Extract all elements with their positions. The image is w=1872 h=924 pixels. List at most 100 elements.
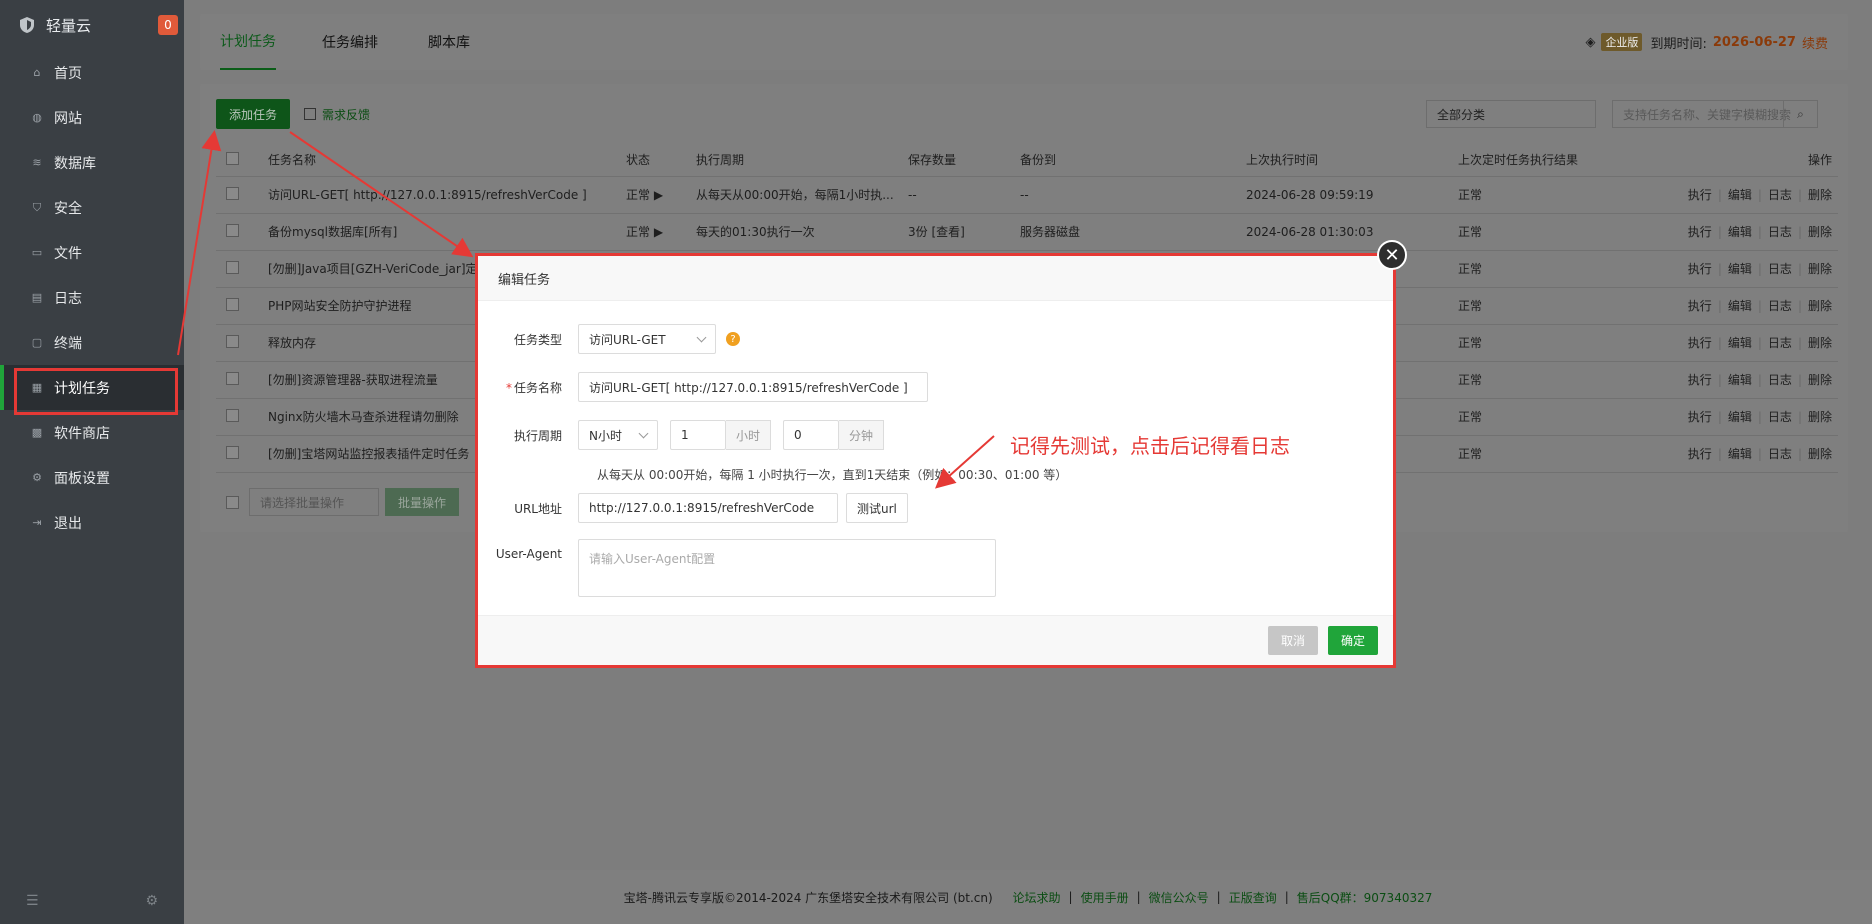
chevron-down-icon bbox=[696, 332, 707, 343]
task-result: 正常 bbox=[1458, 398, 1668, 436]
delete-link[interactable]: 删除 bbox=[1808, 225, 1832, 239]
tab-script-library[interactable]: 脚本库 bbox=[428, 14, 470, 70]
hours-input[interactable]: 1 bbox=[670, 420, 726, 450]
row-checkbox[interactable] bbox=[226, 297, 239, 311]
delete-link[interactable]: 删除 bbox=[1808, 299, 1832, 313]
select-all-checkbox[interactable] bbox=[226, 151, 239, 165]
gear-icon: ⚙ bbox=[32, 471, 42, 484]
sidebar-item-0[interactable]: ⌂ 首页 bbox=[0, 50, 184, 95]
sidebar-item-label: 软件商店 bbox=[54, 425, 110, 442]
row-checkbox[interactable] bbox=[226, 408, 239, 422]
sidebar-item-2[interactable]: ≋ 数据库 bbox=[0, 140, 184, 185]
close-icon[interactable]: ✕ bbox=[1377, 240, 1407, 270]
row-actions: 执行 | 编辑 | 日志 | 删除 bbox=[1668, 287, 1838, 325]
feedback-link[interactable]: 需求反馈 bbox=[304, 99, 370, 129]
sidebar-item-9[interactable]: ⚙ 面板设置 bbox=[0, 455, 184, 500]
log-link[interactable]: 日志 bbox=[1768, 373, 1792, 387]
globe-icon: ◍ bbox=[32, 111, 42, 124]
row-checkbox[interactable] bbox=[226, 186, 239, 200]
sidebar-item-6[interactable]: ▢ 终端 bbox=[0, 320, 184, 365]
edit-link[interactable]: 编辑 bbox=[1728, 262, 1752, 276]
confirm-button[interactable]: 确定 bbox=[1328, 626, 1378, 655]
footer-link-verify[interactable]: 正版查询 bbox=[1229, 889, 1277, 906]
tab-orchestration[interactable]: 任务编排 bbox=[322, 14, 378, 70]
task-name-input[interactable]: 访问URL-GET[ http://127.0.0.1:8915/refresh… bbox=[578, 372, 928, 402]
bulk-checkbox[interactable] bbox=[226, 495, 239, 509]
run-link[interactable]: 执行 bbox=[1688, 410, 1712, 424]
run-link[interactable]: 执行 bbox=[1688, 299, 1712, 313]
task-type-select[interactable]: 访问URL-GET bbox=[578, 324, 716, 354]
add-task-button[interactable]: 添加任务 bbox=[216, 99, 290, 129]
edit-link[interactable]: 编辑 bbox=[1728, 188, 1752, 202]
url-input[interactable]: http://127.0.0.1:8915/refreshVerCode bbox=[578, 493, 838, 523]
run-link[interactable]: 执行 bbox=[1688, 225, 1712, 239]
brand-name: 轻量云 bbox=[46, 16, 92, 35]
category-select[interactable]: 全部分类 bbox=[1426, 100, 1596, 128]
delete-link[interactable]: 删除 bbox=[1808, 447, 1832, 461]
renew-link[interactable]: 续费 bbox=[1802, 33, 1828, 52]
sidebar-item-4[interactable]: ▭ 文件 bbox=[0, 230, 184, 275]
edit-link[interactable]: 编辑 bbox=[1728, 336, 1752, 350]
edit-link[interactable]: 编辑 bbox=[1728, 225, 1752, 239]
bulk-select[interactable]: 请选择批量操作 bbox=[249, 488, 379, 516]
sidebar-item-10[interactable]: ⇥ 退出 bbox=[0, 500, 184, 545]
footer-link-forum[interactable]: 论坛求助 bbox=[1013, 889, 1061, 906]
run-link[interactable]: 执行 bbox=[1688, 447, 1712, 461]
sidebar-item-8[interactable]: ▩ 软件商店 bbox=[0, 410, 184, 455]
cycle-unit-select[interactable]: N小时 bbox=[578, 420, 658, 450]
user-agent-textarea[interactable]: 请输入User-Agent配置 bbox=[578, 539, 996, 597]
sidebar-item-label: 退出 bbox=[54, 515, 82, 532]
footer-link-qq[interactable]: 售后QQ群：907340327 bbox=[1297, 889, 1433, 906]
log-link[interactable]: 日志 bbox=[1768, 447, 1792, 461]
run-link[interactable]: 执行 bbox=[1688, 262, 1712, 276]
user-agent-label: User-Agent bbox=[495, 547, 562, 561]
edit-link[interactable]: 编辑 bbox=[1728, 447, 1752, 461]
test-url-button[interactable]: 测试url bbox=[846, 493, 908, 523]
tab-cron[interactable]: 计划任务 bbox=[220, 14, 276, 70]
sidebar-item-5[interactable]: ▤ 日志 bbox=[0, 275, 184, 320]
log-link[interactable]: 日志 bbox=[1768, 225, 1792, 239]
delete-link[interactable]: 删除 bbox=[1808, 188, 1832, 202]
delete-link[interactable]: 删除 bbox=[1808, 262, 1832, 276]
task-result: 正常 bbox=[1458, 213, 1668, 251]
task-name-label: * 任务名称 bbox=[505, 380, 562, 395]
settings-gear-icon[interactable]: ⚙ bbox=[145, 893, 158, 909]
log-link[interactable]: 日志 bbox=[1768, 299, 1792, 313]
cancel-button[interactable]: 取消 bbox=[1268, 626, 1318, 655]
expire-date: 2026-06-27 bbox=[1712, 34, 1796, 50]
delete-link[interactable]: 删除 bbox=[1808, 410, 1832, 424]
edit-link[interactable]: 编辑 bbox=[1728, 410, 1752, 424]
task-result: 正常 bbox=[1458, 176, 1668, 214]
task-result: 正常 bbox=[1458, 361, 1668, 399]
delete-link[interactable]: 删除 bbox=[1808, 336, 1832, 350]
log-link[interactable]: 日志 bbox=[1768, 188, 1792, 202]
run-link[interactable]: 执行 bbox=[1688, 373, 1712, 387]
run-link[interactable]: 执行 bbox=[1688, 336, 1712, 350]
edit-task-dialog: 编辑任务 ✕ 任务类型 访问URL-GET ? * 任务名称 访问URL-GET[… bbox=[475, 240, 1407, 668]
log-link[interactable]: 日志 bbox=[1768, 410, 1792, 424]
collapse-menu-icon[interactable]: ☰ bbox=[26, 893, 39, 909]
bulk-action-button[interactable]: 批量操作 bbox=[385, 488, 459, 516]
edit-link[interactable]: 编辑 bbox=[1728, 299, 1752, 313]
search-input[interactable]: 支持任务名称、关键字模糊搜索 ⌕ bbox=[1612, 100, 1818, 128]
help-icon[interactable]: ? bbox=[726, 332, 740, 346]
row-checkbox[interactable] bbox=[226, 334, 239, 348]
folder-icon: ▭ bbox=[31, 246, 43, 259]
notification-badge[interactable]: 0 bbox=[158, 15, 178, 35]
log-link[interactable]: 日志 bbox=[1768, 262, 1792, 276]
minutes-input[interactable]: 0 bbox=[783, 420, 840, 450]
footer-link-manual[interactable]: 使用手册 bbox=[1081, 889, 1129, 906]
footer-link-wechat[interactable]: 微信公众号 bbox=[1149, 889, 1209, 906]
log-link[interactable]: 日志 bbox=[1768, 336, 1792, 350]
delete-link[interactable]: 删除 bbox=[1808, 373, 1832, 387]
sidebar-item-1[interactable]: ◍ 网站 bbox=[0, 95, 184, 140]
edit-link[interactable]: 编辑 bbox=[1728, 373, 1752, 387]
row-checkbox[interactable] bbox=[226, 260, 239, 274]
search-icon[interactable]: ⌕ bbox=[1783, 101, 1817, 127]
row-checkbox[interactable] bbox=[226, 223, 239, 237]
row-checkbox[interactable] bbox=[226, 445, 239, 459]
sidebar-item-3[interactable]: ⛉ 安全 bbox=[0, 185, 184, 230]
highlight-box-cron bbox=[14, 368, 178, 415]
run-link[interactable]: 执行 bbox=[1688, 188, 1712, 202]
row-checkbox[interactable] bbox=[226, 371, 239, 385]
